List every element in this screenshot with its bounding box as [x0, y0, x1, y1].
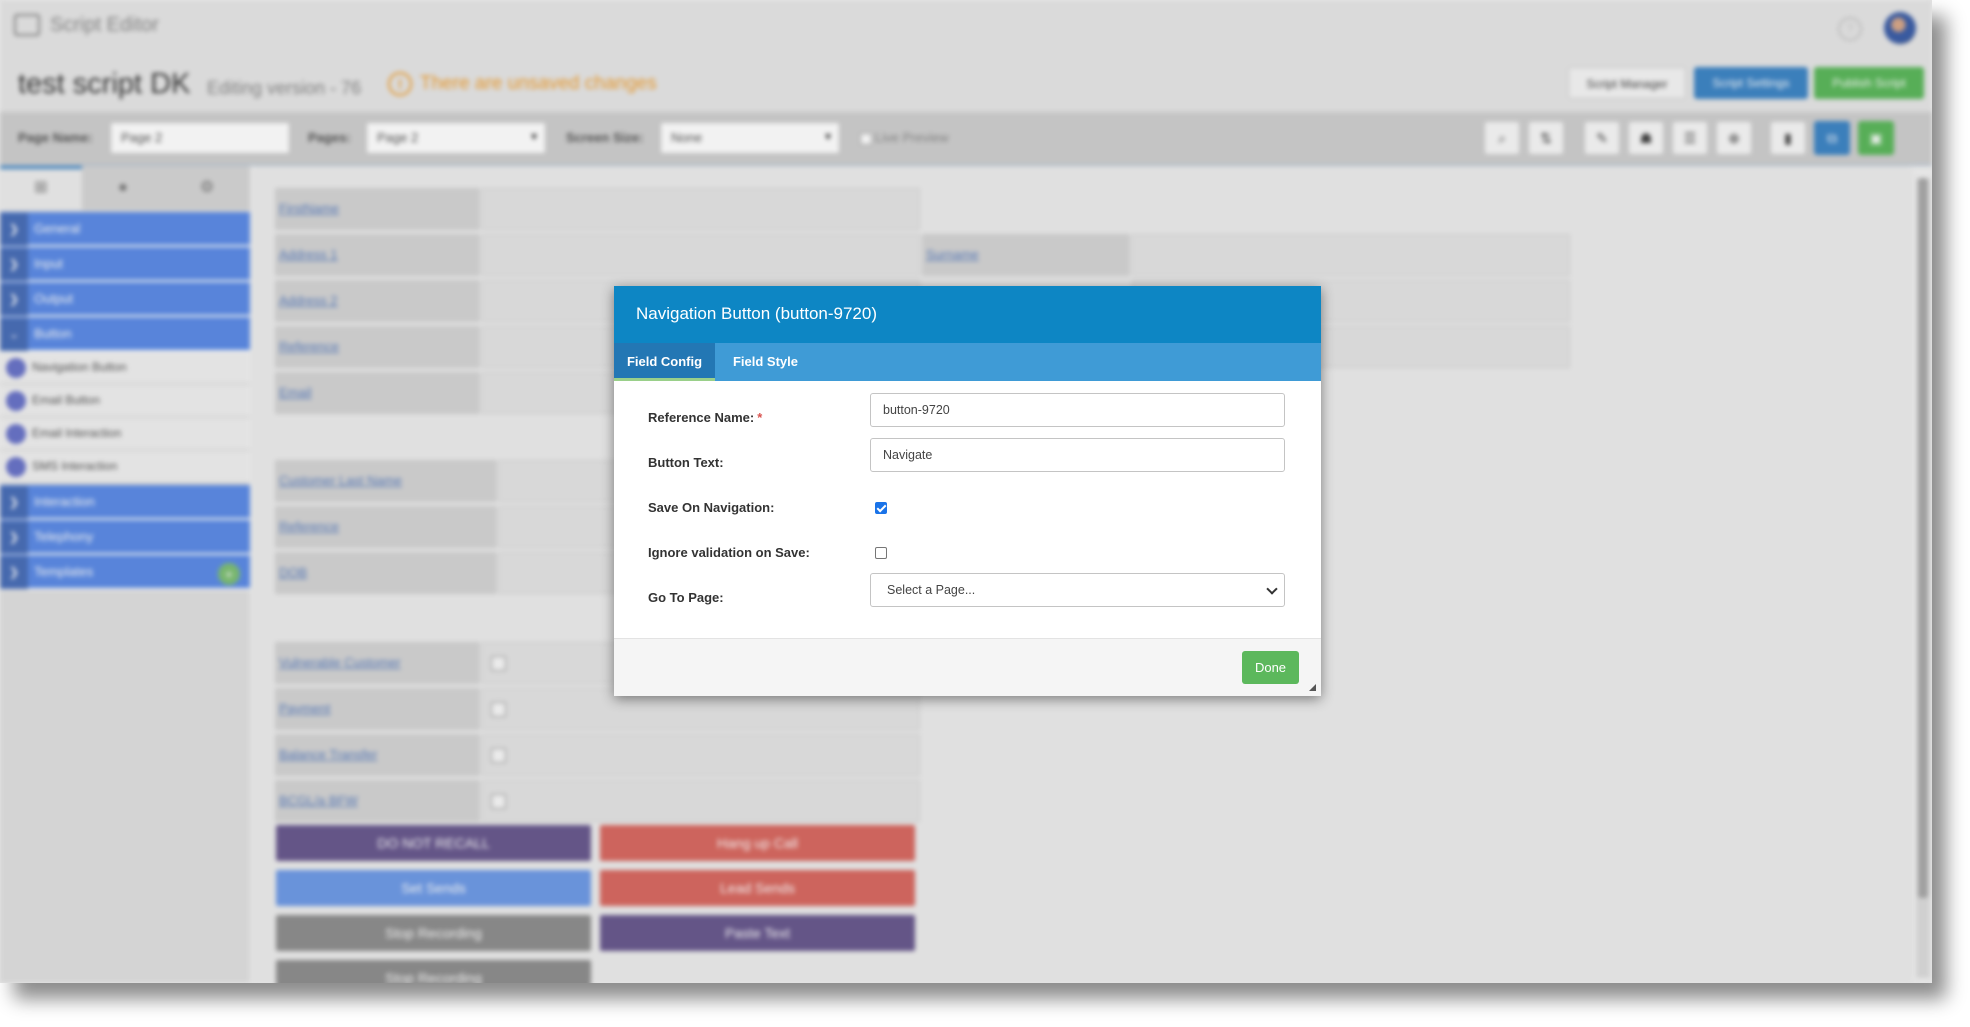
resize-handle-icon[interactable] [1308, 683, 1316, 691]
go-to-page-value: Select a Page... [887, 583, 976, 597]
required-marker: * [757, 410, 763, 425]
done-button[interactable]: Done [1242, 651, 1299, 684]
button-text-label: Button Text: [648, 455, 724, 470]
save-on-navigation-checkbox[interactable] [875, 502, 887, 514]
app-window: Script Editor ? test script DK Editing v… [0, 0, 1932, 983]
save-on-navigation-label: Save On Navigation: [648, 500, 775, 515]
navigation-button-dialog: Navigation Button (button-9720) Field Co… [614, 286, 1321, 696]
reference-name-label: Reference Name: * [648, 410, 762, 425]
button-text-field[interactable]: Navigate [870, 438, 1285, 472]
reference-name-field[interactable]: button-9720 [870, 393, 1285, 427]
dialog-footer [614, 638, 1321, 696]
go-to-page-label: Go To Page: [648, 590, 724, 605]
go-to-page-select[interactable]: Select a Page... [870, 573, 1285, 607]
ignore-validation-label: Ignore validation on Save: [648, 545, 810, 560]
dialog-title: Navigation Button (button-9720) [636, 304, 877, 323]
tab-field-style[interactable]: Field Style [715, 343, 816, 381]
reference-name-label-text: Reference Name: [648, 410, 755, 425]
tab-field-config[interactable]: Field Config [614, 343, 715, 381]
chevron-down-icon [1269, 574, 1276, 581]
ignore-validation-checkbox[interactable] [875, 547, 887, 559]
